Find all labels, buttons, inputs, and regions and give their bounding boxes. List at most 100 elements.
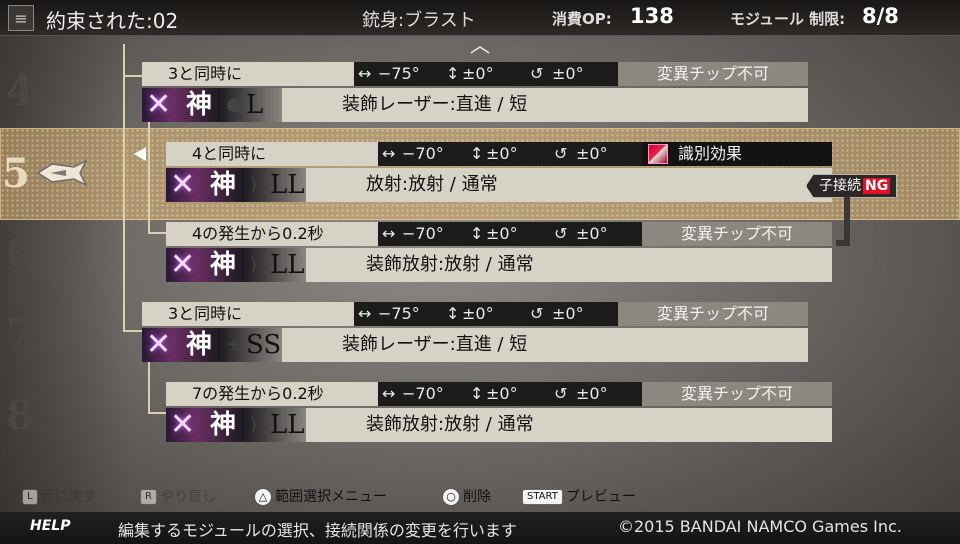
tree-connector bbox=[123, 44, 125, 332]
circle-button-icon: ○ bbox=[442, 488, 460, 506]
bullet-icon: ✕ 神 ) LL bbox=[166, 408, 306, 442]
menu-label: 範囲選択メニュー bbox=[275, 489, 387, 505]
undo-action[interactable]: L 元に戻す bbox=[22, 484, 97, 510]
module-condition[interactable]: 3と同時に bbox=[142, 62, 354, 86]
chip-effect-icon bbox=[648, 144, 668, 164]
row-number: 7 bbox=[6, 310, 34, 357]
bullet-icon: ✕ 神 ) LL bbox=[166, 248, 306, 282]
module-angles[interactable]: ↔ −70° ↕ ±0° ↺ ±0° bbox=[378, 222, 642, 246]
roll-icon: ↺ bbox=[530, 304, 544, 323]
pitch-icon: ↕ bbox=[470, 224, 484, 243]
l-button-icon: L bbox=[22, 489, 38, 505]
ng-bracket bbox=[836, 196, 850, 246]
module-condition[interactable]: 4の発生から0.2秒 bbox=[166, 222, 378, 246]
module-row-8[interactable]: 7の発生から0.2秒 ↔ −70° ↕ ±0° ↺ ±0° 変異チップ不可 ✕ … bbox=[166, 382, 836, 442]
bullet-mark: 神 bbox=[186, 330, 213, 360]
bullet-size: L bbox=[246, 90, 264, 120]
module-limit-label: モジュール 制限: bbox=[730, 10, 846, 28]
roll-icon: ↺ bbox=[530, 64, 544, 83]
delete-label: 削除 bbox=[463, 489, 491, 505]
list-icon[interactable]: ≡ bbox=[8, 5, 34, 31]
bullet-shape-icon: ) bbox=[250, 414, 258, 435]
god-arc-x-icon: ✕ bbox=[146, 327, 172, 362]
module-angles[interactable]: ↔ −75° ↕ ±0° ↺ ±0° bbox=[354, 62, 618, 86]
roll-value: ±0° bbox=[576, 144, 608, 163]
module-angles[interactable]: ↔ −75° ↕ ±0° ↺ ±0° bbox=[354, 302, 618, 326]
module-row-4[interactable]: 3と同時に ↔ −75° ↕ ±0° ↺ ±0° 変異チップ不可 ✕ 神 ● L… bbox=[142, 62, 812, 122]
cursor-fish-icon bbox=[36, 159, 88, 187]
chip-slot[interactable]: 識別効果 bbox=[642, 142, 832, 166]
bullet-mark: 神 bbox=[210, 170, 237, 200]
chip-slot[interactable]: 変異チップ不可 bbox=[642, 222, 832, 246]
bullet-shape-icon: + bbox=[226, 334, 242, 355]
yaw-icon: ↔ bbox=[358, 304, 372, 323]
module-condition[interactable]: 3と同時に bbox=[142, 302, 354, 326]
tree-connector bbox=[123, 75, 143, 77]
row-number-selected: 5 bbox=[2, 150, 30, 197]
yaw-value: −70° bbox=[402, 384, 444, 403]
chip-slot[interactable]: 変異チップ不可 bbox=[618, 302, 808, 326]
roll-value: ±0° bbox=[552, 304, 584, 323]
module-row-6[interactable]: 4の発生から0.2秒 ↔ −70° ↕ ±0° ↺ ±0° 変異チップ不可 ✕ … bbox=[166, 222, 836, 282]
roll-icon: ↺ bbox=[554, 384, 568, 403]
row-number: 6 bbox=[6, 230, 34, 277]
help-bar: HELP 編集するモジュールの選択、接続関係の変更を行います ©2015 BAN… bbox=[0, 512, 960, 544]
selection-pointer-icon bbox=[134, 147, 146, 161]
bullet-name: 約束された:02 bbox=[46, 9, 179, 33]
module-condition[interactable]: 4と同時に bbox=[166, 142, 378, 166]
god-arc-x-icon: ✕ bbox=[170, 167, 196, 202]
scroll-up-icon[interactable]: ︿ bbox=[469, 35, 491, 55]
roll-icon: ↺ bbox=[554, 144, 568, 163]
gun-type: 銃身:ブラスト bbox=[362, 10, 476, 31]
bullet-shape-icon: ) bbox=[250, 254, 258, 275]
module-description: 装飾レーザー:直進 / 短 bbox=[282, 328, 808, 362]
module-angles[interactable]: ↔ −70° ↕ ±0° ↺ ±0° bbox=[378, 142, 642, 166]
range-select-menu-action[interactable]: △ 範囲選択メニュー bbox=[254, 484, 387, 510]
pitch-value: ±0° bbox=[486, 144, 518, 163]
bullet-icon: ✕ 神 ● L bbox=[142, 88, 282, 122]
module-limit-value: 8/8 bbox=[862, 4, 899, 28]
module-row-5[interactable]: 4と同時に ↔ −70° ↕ ±0° ↺ ±0° 識別効果 ✕ 神 ) LL 放… bbox=[166, 142, 836, 202]
pitch-value: ±0° bbox=[486, 224, 518, 243]
module-description: 装飾レーザー:直進 / 短 bbox=[282, 88, 808, 122]
delete-action[interactable]: ○ 削除 bbox=[442, 484, 491, 510]
chip-slot[interactable]: 変異チップ不可 bbox=[642, 382, 832, 406]
module-angles[interactable]: ↔ −70° ↕ ±0° ↺ ±0° bbox=[378, 382, 642, 406]
copyright: ©2015 BANDAI NAMCO Games Inc. bbox=[618, 517, 902, 536]
op-cost-value: 138 bbox=[630, 4, 674, 28]
bullet-size: SS bbox=[246, 330, 282, 360]
module-description: 装飾放射:放射 / 通常 bbox=[306, 248, 832, 282]
module-row-7[interactable]: 3と同時に ↔ −75° ↕ ±0° ↺ ±0° 変異チップ不可 ✕ 神 + S… bbox=[142, 302, 812, 362]
bullet-size: LL bbox=[270, 250, 305, 280]
pitch-value: ±0° bbox=[486, 384, 518, 403]
chip-label: 識別効果 bbox=[678, 144, 743, 163]
roll-value: ±0° bbox=[576, 384, 608, 403]
module-condition[interactable]: 7の発生から0.2秒 bbox=[166, 382, 378, 406]
module-description: 装飾放射:放射 / 通常 bbox=[306, 408, 832, 442]
yaw-value: −70° bbox=[402, 224, 444, 243]
bullet-mark: 神 bbox=[210, 250, 237, 280]
bullet-icon: ✕ 神 + SS bbox=[142, 328, 282, 362]
pitch-icon: ↕ bbox=[446, 64, 460, 83]
chip-slot[interactable]: 変異チップ不可 bbox=[618, 62, 808, 86]
bullet-mark: 神 bbox=[210, 410, 237, 440]
bullet-size: LL bbox=[270, 410, 305, 440]
pitch-value: ±0° bbox=[462, 64, 494, 83]
redo-label: やり直し bbox=[159, 489, 216, 505]
preview-action[interactable]: START プレビュー bbox=[522, 484, 636, 510]
module-description: 放射:放射 / 通常 bbox=[306, 168, 832, 202]
tree-connector bbox=[123, 330, 143, 332]
yaw-value: −75° bbox=[378, 304, 420, 323]
help-text: 編集するモジュールの選択、接続関係の変更を行います bbox=[118, 521, 517, 540]
god-arc-x-icon: ✕ bbox=[170, 247, 196, 282]
header-bar: ≡ 約束された:02 銃身:ブラスト 消費OP: 138 モジュール 制限: 8… bbox=[0, 0, 960, 36]
ng-badge-value: NG bbox=[863, 178, 891, 194]
redo-action[interactable]: R やり直し bbox=[140, 484, 216, 510]
god-arc-x-icon: ✕ bbox=[146, 87, 172, 122]
yaw-icon: ↔ bbox=[358, 64, 372, 83]
op-cost-label: 消費OP: bbox=[552, 10, 612, 28]
bullet-size: LL bbox=[270, 170, 305, 200]
bullet-shape-icon: ● bbox=[226, 94, 242, 115]
roll-icon: ↺ bbox=[554, 224, 568, 243]
god-arc-x-icon: ✕ bbox=[170, 407, 196, 442]
